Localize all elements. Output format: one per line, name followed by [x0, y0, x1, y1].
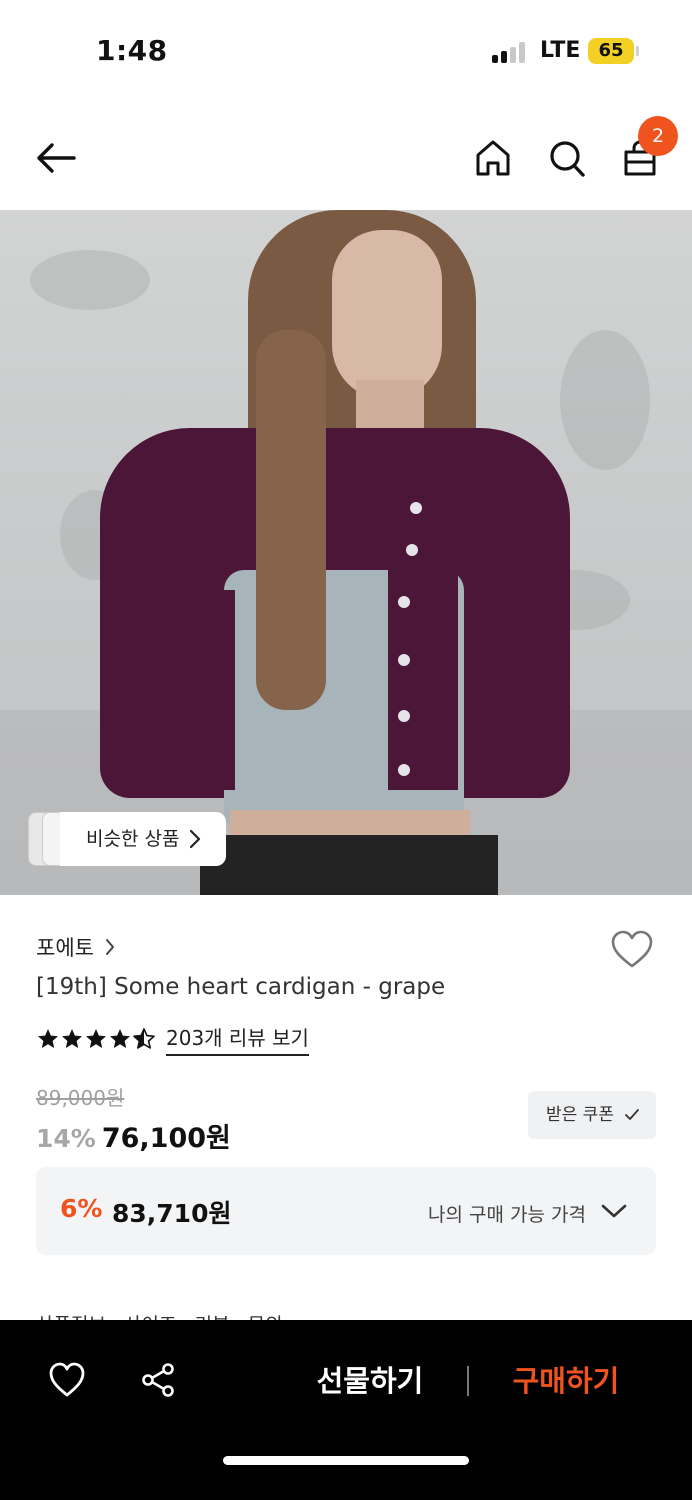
brand-link[interactable]: 포에토: [36, 932, 116, 962]
rating-stars: [36, 1027, 156, 1051]
coupon-label: 받은 쿠폰: [546, 1105, 614, 1125]
bottom-action-bar: 선물하기 구매하기: [0, 1320, 692, 1500]
heart-icon[interactable]: [610, 930, 654, 970]
original-price: 89,000원: [36, 1086, 125, 1110]
top-nav: [0, 110, 692, 208]
check-icon: [625, 1109, 639, 1120]
search-icon[interactable]: [548, 138, 586, 178]
home-icon[interactable]: [474, 138, 512, 178]
home-indicator[interactable]: [223, 1456, 469, 1465]
divider: [467, 1366, 469, 1396]
back-arrow-icon[interactable]: [34, 138, 78, 178]
discount-rate: 14%: [36, 1124, 96, 1153]
battery-level: 65: [588, 38, 634, 64]
heart-icon[interactable]: [48, 1362, 86, 1398]
chevron-right-icon: [189, 829, 201, 849]
share-icon[interactable]: [140, 1362, 176, 1398]
buy-button[interactable]: 구매하기: [486, 1356, 646, 1406]
sale-price-row: 14% 76,100원: [36, 1116, 231, 1155]
star-icon: [110, 1029, 130, 1048]
network-type: LTE: [540, 38, 581, 63]
battery-icon: [636, 46, 639, 56]
gift-button[interactable]: 선물하기: [290, 1356, 450, 1406]
status-bar: 1:48 LTE 65: [0, 0, 692, 100]
my-purchasable-price-panel[interactable]: 6% 83,710원 나의 구매 가능 가격: [36, 1167, 656, 1255]
brand-name: 포에토: [36, 936, 94, 960]
cart-count-badge: 2: [638, 116, 678, 156]
star-icon: [38, 1029, 58, 1048]
product-title: [19th] Some heart cardigan - grape: [36, 974, 446, 1000]
star-icon: [62, 1029, 82, 1048]
chevron-right-icon: [105, 939, 114, 955]
my-price: 83,710원: [112, 1199, 232, 1228]
my-price-label: 나의 구매 가능 가격: [428, 1204, 586, 1226]
signal-strength-icon: [492, 41, 528, 63]
review-link[interactable]: 203개 리뷰 보기: [166, 1022, 309, 1056]
chevron-down-icon: [601, 1204, 627, 1218]
status-time: 1:48: [96, 34, 168, 67]
my-discount-rate: 6%: [60, 1194, 103, 1223]
star-icon: [86, 1029, 106, 1048]
product-image[interactable]: [0, 210, 692, 895]
similar-products-label: 비슷한 상품: [86, 828, 180, 850]
rating-row: 203개 리뷰 보기: [36, 1022, 309, 1056]
half-star-icon: [133, 1028, 155, 1049]
sale-price: 76,100원: [101, 1123, 231, 1154]
product-detail-screen: 1:48 LTE 65 2 비슷한 상품 포에토 [19th] Some hea…: [0, 0, 692, 1500]
